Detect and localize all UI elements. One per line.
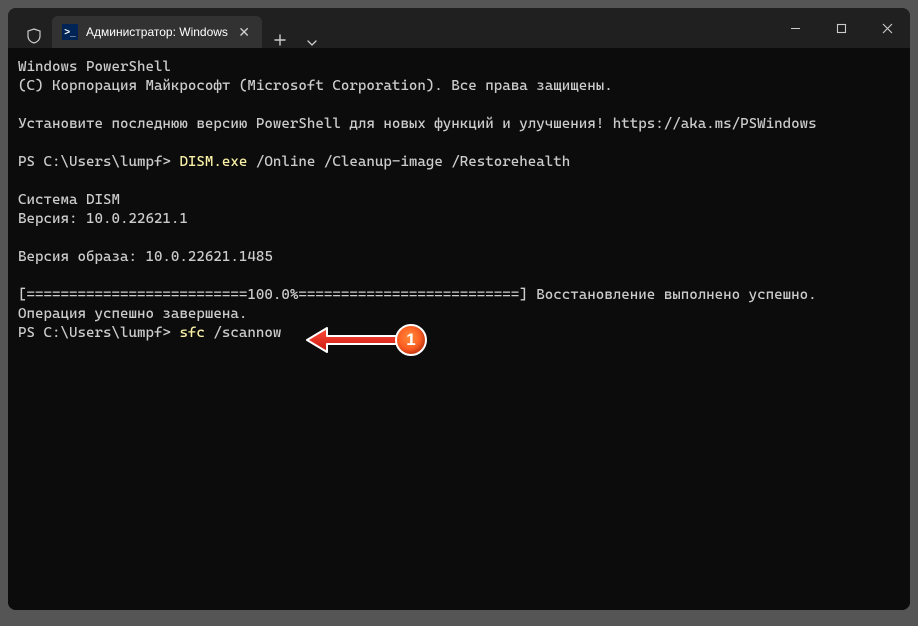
minimize-button[interactable] [772, 8, 818, 48]
window-controls [772, 8, 910, 48]
close-tab-icon[interactable]: ✕ [238, 25, 250, 39]
prompt-prefix: PS C:\Users\lumpf> [18, 154, 179, 170]
command-args: /Online /Cleanup-image /Restorehealth [247, 154, 570, 170]
maximize-button[interactable] [818, 8, 864, 48]
output-line: Операция успешно завершена. [18, 306, 247, 322]
powershell-icon: >_ [62, 24, 78, 40]
command-args: /scannow [205, 325, 281, 341]
shield-icon [16, 28, 52, 48]
tab-powershell[interactable]: >_ Администратор: Windows Po ✕ [52, 16, 262, 48]
output-line: Версия: 10.0.22621.1 [18, 211, 188, 227]
command-dism: DISM.exe [179, 154, 247, 170]
output-line: Cистема DISM [18, 192, 120, 208]
prompt-prefix: PS C:\Users\lumpf> [18, 325, 179, 341]
tab-title: Администратор: Windows Po [86, 25, 230, 39]
tab-group: >_ Администратор: Windows Po ✕ [8, 8, 326, 48]
output-line: Установите последнюю версию PowerShell д… [18, 116, 817, 132]
output-line: (C) Корпорация Майкрософт (Microsoft Cor… [18, 78, 613, 94]
new-tab-button[interactable] [262, 34, 298, 48]
terminal-output[interactable]: Windows PowerShell (C) Корпорация Майкро… [8, 48, 910, 610]
output-line: Windows PowerShell [18, 59, 171, 75]
output-progress: [==========================100.0%=======… [18, 287, 817, 303]
app-window: >_ Администратор: Windows Po ✕ Windows P… [8, 8, 910, 610]
output-line: Версия образа: 10.0.22621.1485 [18, 249, 273, 265]
command-sfc: sfc [179, 325, 205, 341]
close-window-button[interactable] [864, 8, 910, 48]
tab-dropdown-icon[interactable] [298, 40, 326, 48]
titlebar: >_ Администратор: Windows Po ✕ [8, 8, 910, 48]
